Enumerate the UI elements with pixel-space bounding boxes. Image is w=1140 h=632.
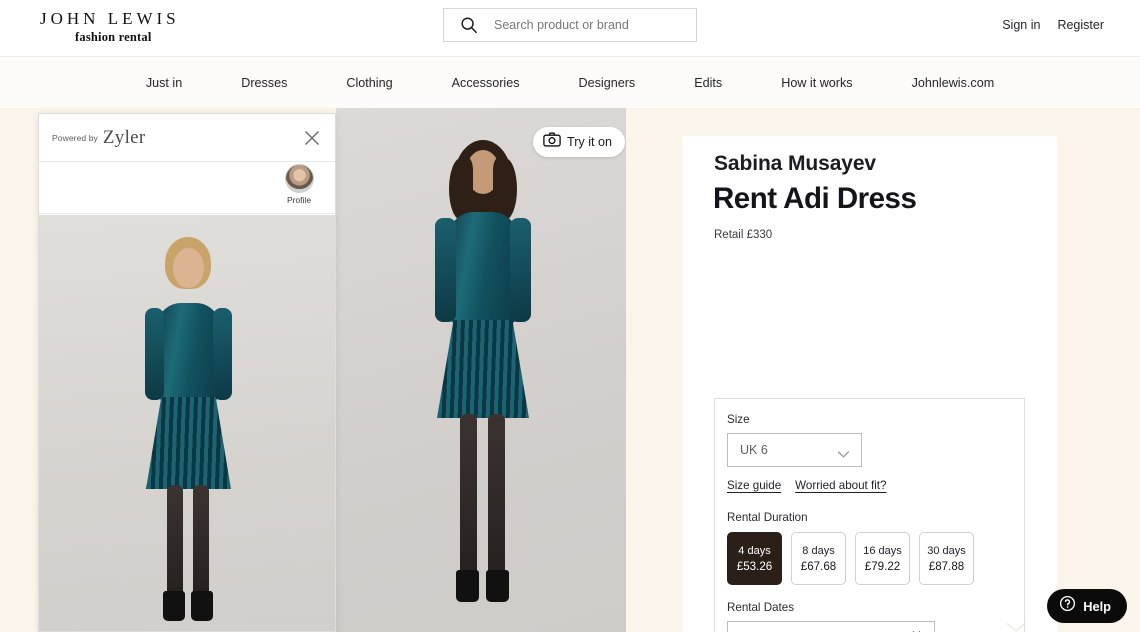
rental-dates-input[interactable]: Tap To Select ... bbox=[727, 621, 935, 632]
rental-duration-group: Rental Duration 4 days £53.26 8 days £67.68… bbox=[727, 511, 1019, 585]
duration-days: 4 days bbox=[738, 544, 771, 557]
sign-in-link[interactable]: Sign in bbox=[1002, 18, 1040, 32]
nav-item-just-in[interactable]: Just in bbox=[116, 57, 211, 109]
duration-days: 16 days bbox=[863, 544, 902, 557]
model-dress-bodice bbox=[448, 212, 518, 324]
search-input[interactable] bbox=[494, 10, 684, 40]
help-label: Help bbox=[1083, 598, 1111, 614]
try-it-on-label: Try it on bbox=[567, 135, 613, 149]
duration-price: £87.88 bbox=[928, 559, 965, 573]
duration-option[interactable]: 16 days £79.22 bbox=[855, 532, 910, 585]
register-link[interactable]: Register bbox=[1057, 18, 1104, 32]
nav-item-dresses[interactable]: Dresses bbox=[212, 57, 317, 109]
duration-price: £79.22 bbox=[864, 559, 901, 573]
profile-button[interactable]: Profile bbox=[273, 164, 325, 205]
worried-about-fit-link[interactable]: Worried about fit? bbox=[795, 479, 886, 492]
size-label: Size bbox=[727, 413, 750, 426]
model-leg-left bbox=[460, 414, 477, 574]
model-leg-right bbox=[488, 414, 505, 574]
model-shoe-right bbox=[486, 570, 509, 602]
tryon-shoe-right bbox=[191, 591, 213, 621]
model-figure-main bbox=[336, 108, 626, 632]
duration-option[interactable]: 4 days £53.26 bbox=[727, 532, 782, 585]
tryon-dress-skirt bbox=[146, 397, 231, 489]
tryon-leg-left bbox=[167, 485, 183, 595]
page-content: Try it on Powered by Zyler Profile Sabin… bbox=[0, 108, 1140, 632]
duration-days: 8 days bbox=[802, 544, 835, 557]
logo-secondary-text: fashion rental bbox=[75, 30, 152, 44]
model-sleeve-left bbox=[435, 218, 456, 322]
model-sleeve-right bbox=[510, 218, 531, 322]
tryon-sleeve-right bbox=[213, 308, 232, 400]
zyler-powered-by-label: Powered by bbox=[52, 132, 98, 143]
duration-days: 30 days bbox=[927, 544, 966, 557]
size-select[interactable]: UK 6 bbox=[727, 433, 862, 467]
logo-primary-text: JOHN LEWIS bbox=[40, 9, 180, 28]
nav-item-johnlewis-com[interactable]: Johnlewis.com bbox=[882, 57, 1024, 109]
zyler-tryon-image[interactable] bbox=[39, 215, 335, 631]
question-circle-icon bbox=[1059, 595, 1076, 617]
avatar bbox=[284, 164, 314, 193]
rental-dates-label: Rental Dates bbox=[727, 601, 795, 614]
page-root: JOHN LEWIS fashion rental Sign in Regist… bbox=[0, 0, 1140, 632]
duration-price: £67.68 bbox=[800, 559, 837, 573]
size-selector-group: Size UK 6 Size guide Worried about fit? bbox=[727, 413, 1017, 492]
help-button[interactable]: Help bbox=[1047, 589, 1127, 623]
product-gallery-image[interactable]: Try it on bbox=[336, 108, 626, 632]
tryon-dress-bodice bbox=[157, 303, 220, 401]
profile-label: Profile bbox=[286, 195, 312, 205]
model-hair-side-right bbox=[493, 158, 517, 220]
rental-duration-label: Rental Duration bbox=[727, 511, 808, 524]
tryon-head bbox=[173, 248, 204, 288]
duration-option[interactable]: 8 days £67.68 bbox=[791, 532, 846, 585]
site-header: JOHN LEWIS fashion rental Sign in Regist… bbox=[0, 0, 1140, 56]
product-brand[interactable]: Sabina Musayev bbox=[714, 152, 876, 176]
try-it-on-button[interactable]: Try it on bbox=[533, 127, 626, 157]
duration-option[interactable]: 30 days £87.88 bbox=[919, 532, 974, 585]
tryon-leg-right bbox=[193, 485, 209, 595]
purchase-options-panel: Size UK 6 Size guide Worried about fit? … bbox=[714, 398, 1025, 632]
site-logo[interactable]: JOHN LEWIS fashion rental bbox=[40, 9, 260, 45]
nav-item-how-it-works[interactable]: How it works bbox=[752, 57, 882, 109]
zyler-tryon-panel: Powered by Zyler Profile bbox=[38, 113, 336, 632]
zyler-brand-label: Zyler bbox=[102, 126, 146, 148]
tryon-sleeve-left bbox=[145, 308, 164, 400]
account-links: Sign in Register bbox=[1002, 18, 1104, 32]
camera-icon bbox=[543, 132, 561, 152]
rental-dates-group: Rental Dates Tap To Select ... bbox=[727, 601, 1019, 632]
chevron-down-icon bbox=[837, 446, 850, 464]
product-detail-card: Sabina Musayev Rent Adi Dress Retail £33… bbox=[683, 136, 1057, 632]
model-hair-side bbox=[449, 158, 473, 220]
zyler-profile-bar: Profile bbox=[39, 162, 335, 214]
nav-item-designers[interactable]: Designers bbox=[549, 57, 665, 109]
page-title: Rent Adi Dress bbox=[713, 182, 917, 215]
scroll-down-chevron-icon[interactable] bbox=[1005, 620, 1027, 632]
search-icon bbox=[460, 16, 478, 34]
search-bar[interactable] bbox=[443, 8, 697, 42]
zyler-panel-header: Powered by Zyler bbox=[39, 114, 335, 162]
close-icon[interactable] bbox=[301, 127, 323, 149]
size-guide-link[interactable]: Size guide bbox=[727, 479, 781, 492]
nav-item-accessories[interactable]: Accessories bbox=[422, 57, 549, 109]
main-navigation: Just in Dresses Clothing Accessories Designe… bbox=[0, 56, 1140, 108]
nav-item-edits[interactable]: Edits bbox=[665, 57, 752, 109]
duration-price: £53.26 bbox=[736, 559, 773, 573]
nav-item-clothing[interactable]: Clothing bbox=[317, 57, 422, 109]
model-dress-skirt bbox=[437, 320, 529, 418]
retail-price: Retail £330 bbox=[714, 229, 773, 241]
rental-duration-options: 4 days £53.26 8 days £67.68 16 days £79.22 30 … bbox=[727, 532, 1019, 585]
model-shoe-left bbox=[456, 570, 479, 602]
tryon-figure bbox=[39, 215, 335, 631]
size-selected-value: UK 6 bbox=[740, 443, 768, 457]
tryon-shoe-left bbox=[163, 591, 185, 621]
size-help-links: Size guide Worried about fit? bbox=[727, 479, 1017, 492]
